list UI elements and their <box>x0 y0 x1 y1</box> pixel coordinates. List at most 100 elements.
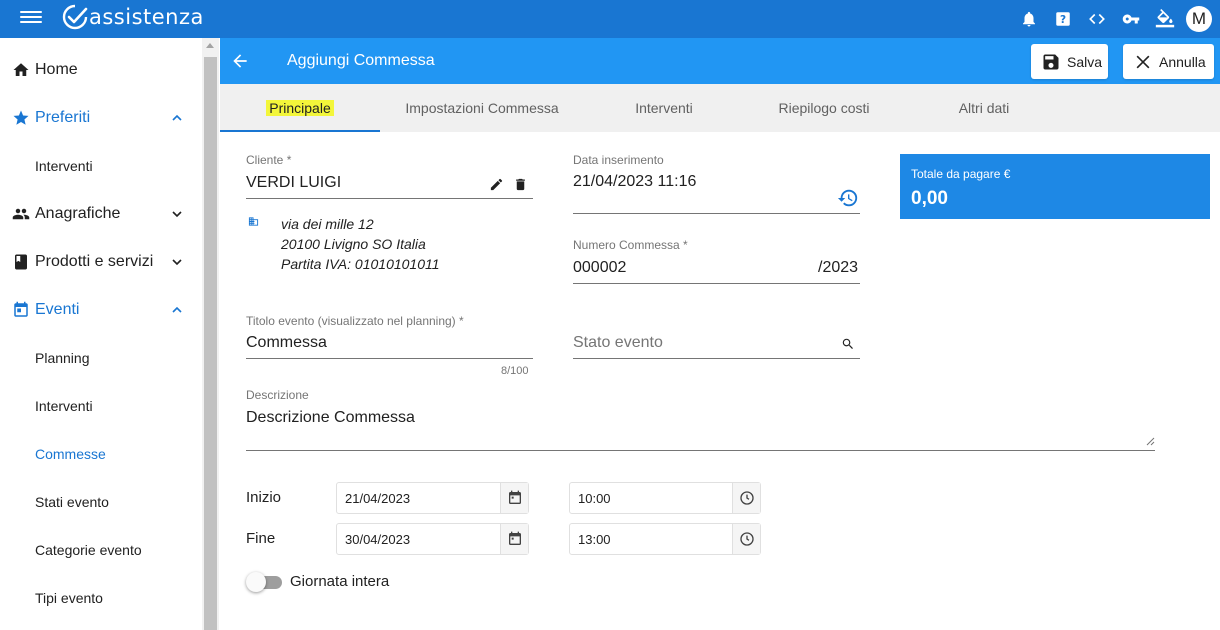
fine-label: Fine <box>246 530 276 547</box>
scroll-thumb[interactable] <box>204 57 217 630</box>
titolo-evento-underline <box>246 358 533 359</box>
data-inserimento-field[interactable]: 21/04/2023 11:16 <box>573 173 696 191</box>
data-inserimento-underline <box>573 213 860 214</box>
inizio-time-input[interactable]: 10:00 <box>569 482 761 514</box>
sidebar-subitem-tipi-evento[interactable]: Tipi evento <box>0 574 202 622</box>
calendar-picker-button[interactable] <box>500 483 528 513</box>
cancel-button[interactable]: Annulla <box>1123 44 1214 79</box>
clock-icon <box>739 491 754 505</box>
clock-icon <box>739 532 754 546</box>
totale-value: 0,00 <box>911 188 948 209</box>
stato-evento-input[interactable]: Stato evento <box>573 334 663 352</box>
sidebar-item-label: Tipi evento <box>35 590 103 606</box>
app-logo[interactable]: assistenza <box>62 4 204 30</box>
sidebar-subitem-interventi-preferiti[interactable]: Interventi <box>0 142 202 190</box>
cliente-address: via dei mille 12 20100 Livigno SO Italia… <box>281 214 440 274</box>
history-icon[interactable] <box>837 187 859 209</box>
save-label: Salva <box>1067 53 1103 70</box>
sidebar: Home Preferiti Interventi Anagrafiche Pr… <box>0 38 202 630</box>
chevron-up-icon <box>172 306 182 313</box>
time-picker-button[interactable] <box>732 524 760 554</box>
inizio-label: Inizio <box>246 489 282 506</box>
address-line: via dei mille 12 <box>281 216 374 232</box>
sidebar-item-prodotti[interactable]: Prodotti e servizi <box>0 238 202 286</box>
resize-handle-icon[interactable] <box>1145 436 1155 446</box>
sidebar-subitem-interventi[interactable]: Interventi <box>0 382 202 430</box>
sidebar-item-home[interactable]: Home <box>0 46 202 94</box>
data-inserimento-label: Data inserimento <box>573 153 664 167</box>
help-icon[interactable]: ? <box>1046 0 1080 38</box>
sidebar-item-anagrafiche[interactable]: Anagrafiche <box>0 190 202 238</box>
chevron-down-icon <box>172 259 182 266</box>
inizio-date-input[interactable]: 21/04/2023 <box>336 482 529 514</box>
stato-evento-underline <box>573 358 860 359</box>
sidebar-subitem-stati-evento[interactable]: Stati evento <box>0 478 202 526</box>
edit-icon[interactable] <box>489 177 504 192</box>
tab-interventi[interactable]: Interventi <box>584 84 744 132</box>
totale-card: Totale da pagare € 0,00 <box>900 154 1210 219</box>
active-tab-indicator <box>220 130 380 132</box>
calendar-icon <box>14 301 28 317</box>
cliente-underline <box>246 198 533 199</box>
sidebar-item-eventi[interactable]: Eventi <box>0 286 202 334</box>
time-picker-button[interactable] <box>732 483 760 513</box>
cliente-field[interactable]: VERDI LUIGI <box>246 174 341 192</box>
svg-text:?: ? <box>1060 14 1066 26</box>
sidebar-item-label: Preferiti <box>35 109 91 126</box>
address-line: Partita IVA: 01010101011 <box>281 256 440 272</box>
search-icon[interactable] <box>841 337 855 351</box>
toggle-knob <box>246 572 266 592</box>
sidebar-item-label: Interventi <box>35 158 93 174</box>
page-header: Aggiungi Commessa Salva Annulla <box>220 38 1220 84</box>
close-icon <box>1136 55 1150 68</box>
sidebar-item-label: Home <box>35 61 78 78</box>
descrizione-textarea[interactable]: Descrizione Commessa <box>246 409 415 427</box>
sidebar-subitem-commesse[interactable]: Commesse <box>0 430 202 478</box>
titolo-evento-label: Titolo evento (visualizzato nel planning… <box>246 314 464 328</box>
giornata-intera-toggle[interactable] <box>246 572 282 592</box>
tab-principale[interactable]: Principale <box>220 84 380 132</box>
sidebar-item-label: Eventi <box>35 301 80 318</box>
save-icon <box>1043 54 1059 69</box>
titolo-evento-field[interactable]: Commessa <box>246 334 327 352</box>
tab-label: Impostazioni Commessa <box>405 100 559 116</box>
delete-icon[interactable] <box>513 177 528 192</box>
page-title: Aggiungi Commessa <box>287 52 435 69</box>
fine-time-value: 13:00 <box>578 532 611 547</box>
key-icon[interactable] <box>1114 0 1148 38</box>
tab-impostazioni-commessa[interactable]: Impostazioni Commessa <box>380 84 584 132</box>
tab-riepilogo-costi[interactable]: Riepilogo costi <box>744 84 904 132</box>
app-bar: assistenza ? M <box>0 0 1220 38</box>
menu-icon[interactable] <box>20 8 42 26</box>
sidebar-subitem-categorie-evento[interactable]: Categorie evento <box>0 526 202 574</box>
sidebar-scrollbar[interactable] <box>202 38 219 630</box>
descrizione-label: Descrizione <box>246 388 309 402</box>
tab-bar: Principale Impostazioni Commessa Interve… <box>220 84 1220 132</box>
sidebar-subitem-planning[interactable]: Planning <box>0 334 202 382</box>
fine-time-input[interactable]: 13:00 <box>569 523 761 555</box>
numero-commessa-field[interactable]: 000002 <box>573 259 626 277</box>
paint-bucket-icon[interactable] <box>1148 0 1182 38</box>
scroll-up-arrow[interactable] <box>206 43 214 48</box>
sidebar-item-preferiti[interactable]: Preferiti <box>0 94 202 142</box>
inizio-date-value: 21/04/2023 <box>345 491 411 506</box>
code-icon[interactable] <box>1080 0 1114 38</box>
numero-commessa-suffix: /2023 <box>818 259 859 276</box>
calendar-icon <box>508 490 521 504</box>
cliente-label: Cliente * <box>246 153 292 167</box>
fine-date-input[interactable]: 30/04/2023 <box>336 523 529 555</box>
people-icon <box>12 208 30 220</box>
tab-label: Interventi <box>635 100 693 116</box>
calendar-picker-button[interactable] <box>500 524 528 554</box>
chevron-up-icon <box>172 114 182 121</box>
save-button[interactable]: Salva <box>1031 44 1108 79</box>
tab-altri-dati[interactable]: Altri dati <box>904 84 1064 132</box>
bell-icon[interactable] <box>1012 0 1046 38</box>
user-avatar[interactable]: M <box>1186 6 1212 32</box>
numero-commessa-label: Numero Commessa * <box>573 238 688 252</box>
home-icon <box>13 63 29 76</box>
tab-label: Principale <box>266 100 334 116</box>
arrow-back-icon[interactable] <box>230 51 250 71</box>
building-icon <box>248 217 259 226</box>
sidebar-item-label: Planning <box>35 350 90 366</box>
